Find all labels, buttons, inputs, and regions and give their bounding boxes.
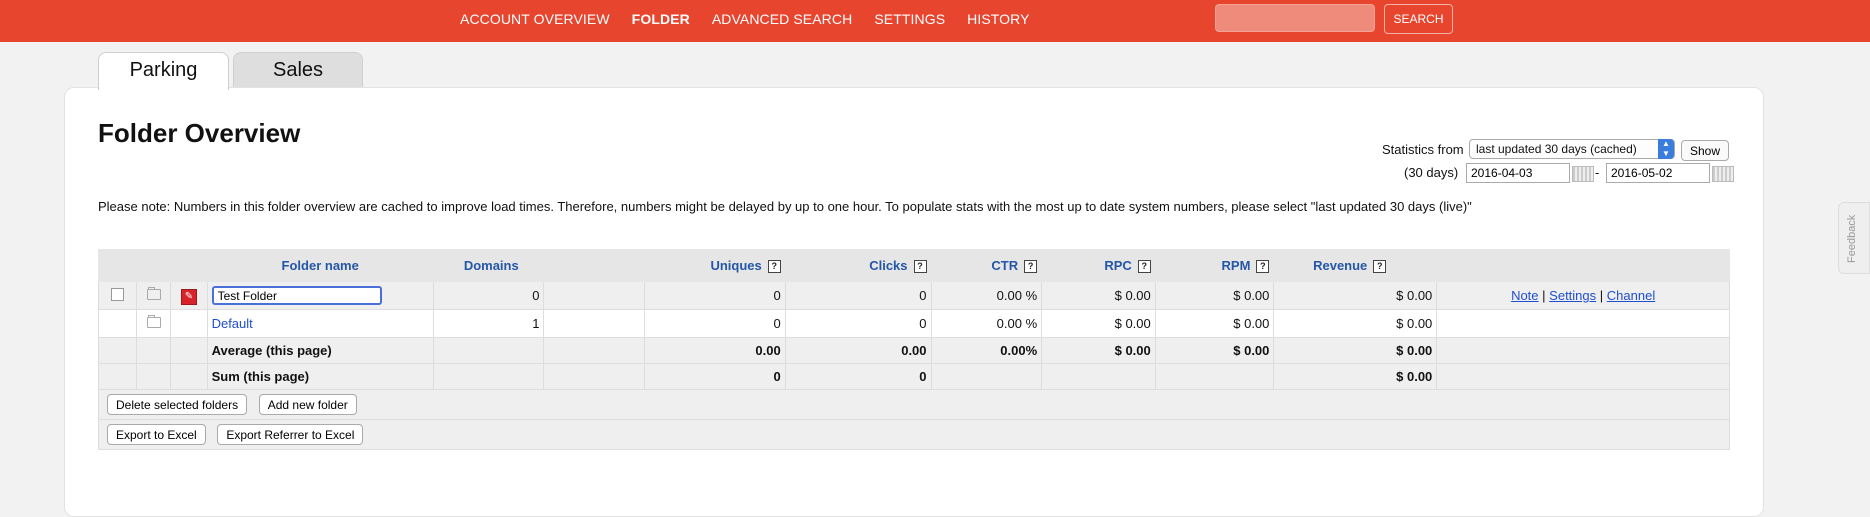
- row-actions: Note | Settings | Channel: [1436, 281, 1730, 310]
- uniques-cell: 0: [643, 309, 786, 338]
- add-new-folder-button[interactable]: Add new folder: [258, 394, 357, 415]
- average-clicks: 0.00: [784, 337, 932, 364]
- average-uniques: 0.00: [643, 337, 786, 364]
- sum-revenue: $ 0.00: [1273, 363, 1438, 390]
- revenue-cell: $ 0.00: [1273, 309, 1438, 338]
- nav-account-overview[interactable]: ACCOUNT OVERVIEW: [460, 11, 610, 27]
- nav-history[interactable]: HISTORY: [967, 11, 1029, 27]
- date-to-input[interactable]: [1606, 163, 1710, 183]
- header-uniques[interactable]: Uniques: [710, 258, 761, 273]
- tab-sales[interactable]: Sales: [233, 52, 363, 88]
- header-rpc[interactable]: RPC: [1104, 258, 1131, 273]
- nav-folder[interactable]: FOLDER: [632, 11, 690, 27]
- date-from-input[interactable]: [1466, 163, 1570, 183]
- export-actions-row: Export to Excel Export Referrer to Excel: [98, 419, 1730, 450]
- average-rpc: $ 0.00: [1041, 337, 1156, 364]
- table-row: Default 1 0 0 0.00 % $ 0.00 $ 0.00 $ 0.0…: [97, 309, 1730, 338]
- folder-name-input[interactable]: [211, 286, 382, 305]
- days-label: (30 days): [1404, 165, 1459, 180]
- top-navigation-bar: ACCOUNT OVERVIEW FOLDER ADVANCED SEARCH …: [0, 0, 1870, 42]
- delete-selected-folders-button[interactable]: Delete selected folders: [107, 394, 248, 415]
- folder-actions-row: Delete selected folders Add new folder: [98, 389, 1730, 420]
- export-referrer-to-excel-button[interactable]: Export Referrer to Excel: [217, 424, 364, 445]
- calendar-icon[interactable]: [1712, 166, 1734, 182]
- average-row: Average (this page) 0.00 0.00 0.00% $ 0.…: [97, 337, 1730, 364]
- page-title: Folder Overview: [98, 118, 301, 148]
- help-icon[interactable]: ?: [1024, 260, 1038, 274]
- average-ctr: 0.00%: [930, 337, 1043, 364]
- calendar-icon[interactable]: [1572, 166, 1594, 182]
- table-header-row: Folder name Domains Uniques? Clicks? CTR…: [97, 249, 1730, 282]
- sum-row: Sum (this page) 0 0 $ 0.00: [97, 363, 1730, 390]
- folder-icon: [146, 287, 161, 300]
- action-separator: |: [1599, 288, 1604, 303]
- statistics-from-label: Statistics from: [1382, 142, 1464, 157]
- sum-clicks: 0: [784, 363, 932, 390]
- rpc-cell: $ 0.00: [1041, 309, 1156, 338]
- header-rpm[interactable]: RPM: [1222, 258, 1251, 273]
- table-row: ✎ 0 0 0 0.00 % $ 0.00 $ 0.00 $ 0.00 Note…: [97, 281, 1730, 310]
- average-revenue: $ 0.00: [1273, 337, 1438, 364]
- folder-table: Folder name Domains Uniques? Clicks? CTR…: [97, 249, 1730, 450]
- select-arrows-icon: ▲ ▼: [1658, 139, 1674, 159]
- average-label: Average (this page): [206, 337, 434, 364]
- feedback-label: Feedback: [1846, 214, 1858, 263]
- statistics-period-select[interactable]: last updated 30 days (cached) ▲ ▼: [1469, 139, 1675, 159]
- domains-cell: 0: [432, 281, 545, 310]
- settings-link[interactable]: Settings: [1549, 288, 1596, 303]
- cache-note: Please note: Numbers in this folder over…: [98, 199, 1472, 214]
- help-icon[interactable]: ?: [767, 260, 781, 274]
- uniques-cell: 0: [643, 281, 786, 310]
- feedback-tab[interactable]: Feedback: [1838, 202, 1870, 274]
- folder-link-default[interactable]: Default: [212, 316, 253, 331]
- action-separator: |: [1542, 288, 1546, 303]
- rpc-cell: $ 0.00: [1041, 281, 1156, 310]
- revenue-cell: $ 0.00: [1273, 281, 1438, 310]
- help-icon[interactable]: ?: [1373, 260, 1387, 274]
- help-icon[interactable]: ?: [1137, 260, 1151, 274]
- clicks-cell: 0: [784, 281, 932, 310]
- rpm-cell: $ 0.00: [1154, 309, 1275, 338]
- ctr-cell: 0.00 %: [930, 309, 1043, 338]
- search-input[interactable]: [1215, 4, 1375, 32]
- sum-label: Sum (this page): [206, 363, 434, 390]
- show-button[interactable]: Show: [1681, 140, 1729, 161]
- note-link[interactable]: Note: [1511, 288, 1538, 303]
- help-icon[interactable]: ?: [913, 260, 927, 274]
- tab-parking[interactable]: Parking: [98, 52, 229, 90]
- ctr-cell: 0.00 %: [930, 281, 1043, 310]
- row-checkbox[interactable]: [111, 287, 125, 301]
- help-icon[interactable]: ?: [1256, 260, 1270, 274]
- export-to-excel-button[interactable]: Export to Excel: [107, 424, 206, 445]
- header-domains[interactable]: Domains: [464, 258, 519, 273]
- header-folder-name[interactable]: Folder name: [282, 258, 359, 273]
- nav-advanced-search[interactable]: ADVANCED SEARCH: [712, 11, 853, 27]
- edit-icon[interactable]: ✎: [180, 288, 197, 305]
- clicks-cell: 0: [784, 309, 932, 338]
- header-clicks[interactable]: Clicks: [869, 258, 907, 273]
- statistics-period-value: last updated 30 days (cached): [1476, 142, 1637, 156]
- date-separator: -: [1595, 165, 1600, 180]
- sum-uniques: 0: [643, 363, 786, 390]
- search-button[interactable]: SEARCH: [1384, 4, 1453, 34]
- main-nav: ACCOUNT OVERVIEW FOLDER ADVANCED SEARCH …: [460, 0, 1052, 38]
- channel-link[interactable]: Channel: [1607, 288, 1655, 303]
- header-revenue[interactable]: Revenue: [1313, 258, 1367, 273]
- average-rpm: $ 0.00: [1154, 337, 1275, 364]
- folder-icon: [146, 315, 161, 328]
- header-ctr[interactable]: CTR: [991, 258, 1018, 273]
- domains-cell: 1: [432, 309, 545, 338]
- nav-settings[interactable]: SETTINGS: [874, 11, 945, 27]
- rpm-cell: $ 0.00: [1154, 281, 1275, 310]
